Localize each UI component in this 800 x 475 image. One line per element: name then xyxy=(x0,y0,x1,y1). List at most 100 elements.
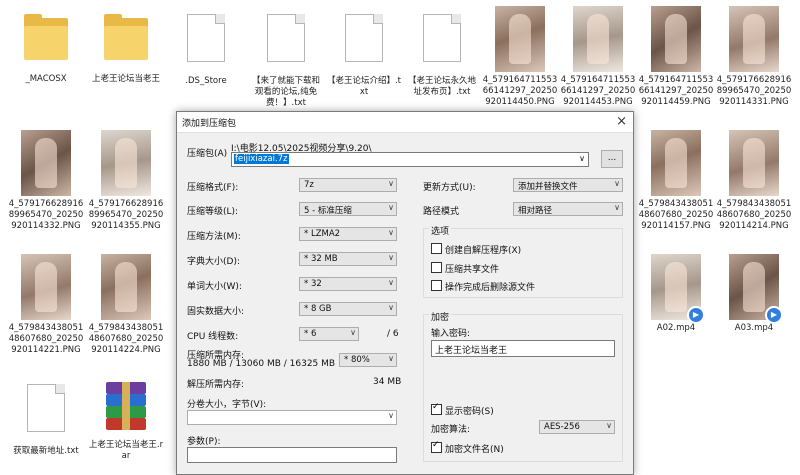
checkbox-icon[interactable] xyxy=(431,243,442,254)
archive-name-field[interactable]: feijixiazai.7z ∨ xyxy=(231,152,589,167)
file-item[interactable]: 上老王论坛当老王 xyxy=(88,8,164,85)
memory-percent-value: * 80% xyxy=(344,355,370,365)
dialog-title: 添加到压缩包 xyxy=(182,119,237,129)
level-select[interactable]: 5 - 标准压缩 ∨ xyxy=(299,202,397,216)
archive-label: 压缩包(A) xyxy=(187,149,228,159)
chevron-down-icon: ∨ xyxy=(350,328,356,337)
file-item[interactable]: 4_57916471155366141297_20250920114450.PN… xyxy=(482,6,558,108)
file-item[interactable]: 4_57984343805148607680_20250920114224.PN… xyxy=(88,254,164,356)
memory-percent-select[interactable]: * 80% ∨ xyxy=(339,353,397,367)
file-item[interactable]: 【来了就能下载和观看的论坛,纯免费！】.txt xyxy=(248,8,324,109)
play-icon: ▶ xyxy=(765,306,783,324)
path-mode-label: 路径模式 xyxy=(423,207,460,217)
sfx-label: 创建自解压程序(X) xyxy=(445,246,522,256)
dictionary-select[interactable]: * 32 MB ∨ xyxy=(299,252,397,266)
archive-name-value: feijixiazai.7z xyxy=(234,154,289,164)
file-item[interactable]: 上老王论坛当老王.rar xyxy=(88,378,164,462)
file-item[interactable]: 4_57984343805148607680_20250920114157.PN… xyxy=(638,130,714,232)
path-mode-select[interactable]: 相对路径 ∨ xyxy=(513,202,623,216)
show-password-checkbox[interactable]: 显示密码(S) xyxy=(431,402,494,417)
solid-size-value: * 8 GB xyxy=(304,304,332,314)
options-title: 选项 xyxy=(429,224,452,237)
file-item[interactable]: 4_57984343805148607680_20250920114221.PN… xyxy=(8,254,84,356)
params-field[interactable] xyxy=(187,447,397,463)
format-label: 压缩格式(F): xyxy=(187,183,239,193)
file-name: 4_57984343805148607680_20250920114214.PN… xyxy=(716,199,792,231)
solid-size-label: 固实数据大小: xyxy=(187,307,245,317)
text-file-icon xyxy=(27,384,65,432)
dictionary-value: * 32 MB xyxy=(304,254,338,264)
image-thumbnail xyxy=(21,130,71,196)
chevron-down-icon: ∨ xyxy=(388,203,394,212)
file-item[interactable]: 【老王论坛永久地址发布页】.txt xyxy=(404,8,480,98)
encrypt-names-checkbox[interactable]: 加密文件名(N) xyxy=(431,440,504,455)
file-item[interactable]: 4_57984343805148607680_20250920114214.PN… xyxy=(716,130,792,232)
solid-size-select[interactable]: * 8 GB ∨ xyxy=(299,302,397,316)
chevron-down-icon[interactable]: ∨ xyxy=(579,154,585,163)
encryption-method-label: 加密算法: xyxy=(431,425,471,435)
password-value: 上老王论坛当老王 xyxy=(435,346,508,356)
file-item[interactable]: 4_57916471155366141297_20250920114459.PN… xyxy=(638,6,714,108)
chevron-down-icon: ∨ xyxy=(614,179,620,188)
chevron-down-icon: ∨ xyxy=(388,179,394,188)
file-icon xyxy=(187,14,225,62)
file-item[interactable]: _MACOSX xyxy=(8,8,84,85)
file-name: 【老王论坛永久地址发布页】.txt xyxy=(407,76,476,97)
update-mode-value: 添加并替换文件 xyxy=(518,182,578,192)
level-label: 压缩等级(L): xyxy=(187,207,239,217)
rar-archive-icon xyxy=(102,382,150,432)
file-item[interactable]: 【老王论坛介绍】.txt xyxy=(326,8,402,98)
chevron-down-icon: ∨ xyxy=(388,303,394,312)
file-name: A03.mp4 xyxy=(734,323,774,333)
close-icon[interactable]: × xyxy=(616,114,627,129)
file-item[interactable]: 4_57917662891689965470_20250920114331.PN… xyxy=(716,6,792,108)
method-select[interactable]: * LZMA2 ∨ xyxy=(299,227,397,241)
sfx-checkbox[interactable]: 创建自解压程序(X) xyxy=(431,243,521,256)
delete-after-checkbox[interactable]: 操作完成后删除源文件 xyxy=(431,280,535,293)
cpu-threads-label: CPU 线程数: xyxy=(187,332,239,342)
file-item[interactable]: ▶ A03.mp4 xyxy=(716,254,792,334)
text-file-icon xyxy=(267,14,305,62)
file-name: A02.mp4 xyxy=(656,323,696,333)
path-mode-value: 相对路径 xyxy=(518,206,553,216)
split-size-select[interactable]: ∨ xyxy=(187,410,397,425)
encrypt-names-label: 加密文件名(N) xyxy=(445,445,504,455)
encryption-method-select[interactable]: AES-256 ∨ xyxy=(539,420,615,434)
file-name: 4_57917662891689965470_20250920114332.PN… xyxy=(8,199,84,231)
chevron-down-icon: ∨ xyxy=(388,411,394,420)
browse-button[interactable]: ... xyxy=(601,150,623,168)
file-item[interactable]: 4_57917662891689965470_20250920114332.PN… xyxy=(8,130,84,232)
format-select[interactable]: 7z ∨ xyxy=(299,178,397,192)
chevron-down-icon: ∨ xyxy=(614,203,620,212)
decompress-memory-value: 34 MB xyxy=(373,377,402,387)
update-mode-select[interactable]: 添加并替换文件 ∨ xyxy=(513,178,623,192)
password-field[interactable]: 上老王论坛当老王 xyxy=(431,340,615,357)
decompress-memory-label: 解压所需内存: xyxy=(187,380,245,390)
file-name: 【老王论坛介绍】.txt xyxy=(326,76,402,97)
level-value: 5 - 标准压缩 xyxy=(304,206,352,216)
cpu-threads-select[interactable]: * 6 ∨ xyxy=(299,327,359,341)
chevron-down-icon: ∨ xyxy=(606,421,612,430)
text-file-icon xyxy=(423,14,461,62)
file-item[interactable]: 4_57916471155366141297_20250920114453.PN… xyxy=(560,6,636,108)
play-icon: ▶ xyxy=(687,306,705,324)
checkbox-checked-icon[interactable] xyxy=(431,402,442,415)
file-item[interactable]: 4_57917662891689965470_20250920114355.PN… xyxy=(88,130,164,232)
memory-detail: 1880 MB / 13060 MB / 16325 MB xyxy=(187,359,336,369)
file-item[interactable]: 获取最新地址.txt xyxy=(8,378,84,457)
encryption-method-value: AES-256 xyxy=(544,422,580,432)
word-size-select[interactable]: * 32 ∨ xyxy=(299,277,397,291)
dialog-titlebar[interactable]: 添加到压缩包 × xyxy=(177,112,633,133)
checkbox-icon[interactable] xyxy=(431,280,442,291)
split-size-label: 分卷大小，字节(V): xyxy=(187,400,267,410)
checkbox-checked-icon[interactable] xyxy=(431,440,442,453)
file-item[interactable]: ▶ A02.mp4 xyxy=(638,254,714,334)
dictionary-label: 字典大小(D): xyxy=(187,257,240,267)
file-item[interactable]: .DS_Store xyxy=(168,8,244,87)
format-value: 7z xyxy=(304,180,314,190)
file-name: 【来了就能下载和观看的论坛,纯免费！】.txt xyxy=(251,76,320,108)
delete-after-label: 操作完成后删除源文件 xyxy=(445,283,536,293)
checkbox-icon[interactable] xyxy=(431,262,442,273)
image-thumbnail xyxy=(729,130,779,196)
shared-files-checkbox[interactable]: 压缩共享文件 xyxy=(431,262,499,275)
